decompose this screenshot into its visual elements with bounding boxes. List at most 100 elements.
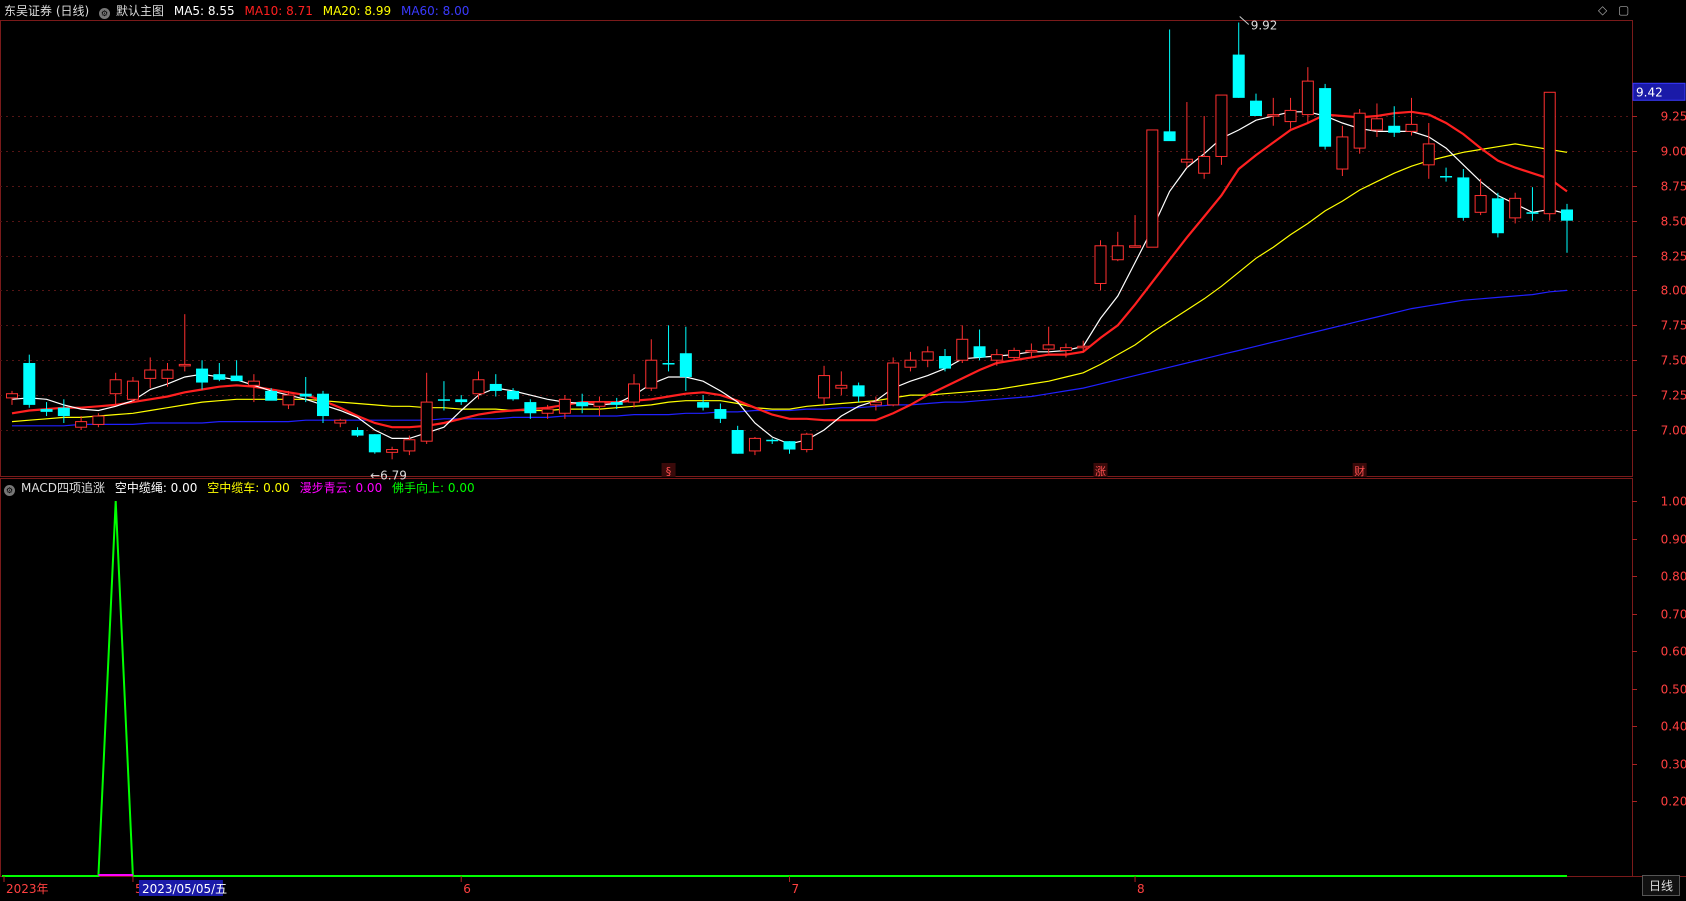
- candle: [75, 416, 88, 430]
- candle-body-down: [1440, 176, 1453, 178]
- candle-body-up: [75, 421, 88, 428]
- candle-body-down: [1232, 54, 1245, 98]
- candle-body-up: [144, 369, 157, 379]
- candle: [1111, 231, 1124, 262]
- candle-body-down: [317, 393, 329, 417]
- candle-body-down: [939, 356, 951, 369]
- main-y-tick-label: 7.50: [1661, 354, 1686, 368]
- ma10-line: [11, 110, 1568, 429]
- candle-body-up: [645, 359, 658, 389]
- main-y-tick-label: 8.25: [1661, 250, 1686, 264]
- candle: [524, 399, 537, 419]
- candle-body-up: [472, 379, 485, 395]
- candle: [1526, 187, 1539, 221]
- indicator-settings-icon[interactable]: ⚙: [4, 485, 15, 496]
- candle: [731, 425, 744, 454]
- candle-body-up: [1543, 91, 1556, 215]
- candle: [1077, 340, 1090, 352]
- candle: [645, 339, 658, 391]
- indicator-y-tick-label: 0.80: [1661, 570, 1686, 584]
- candle: [921, 346, 934, 368]
- candle-body-down: [40, 409, 53, 412]
- candle: [23, 354, 36, 408]
- candle: [1163, 29, 1176, 142]
- candle: [161, 363, 174, 387]
- candle-body-down: [1163, 131, 1176, 142]
- candle-body-up: [956, 338, 969, 361]
- template-name[interactable]: 默认主图: [116, 4, 164, 18]
- candle-body-up: [1008, 349, 1021, 358]
- period-tab-daily[interactable]: 日线: [1641, 875, 1680, 896]
- candle-body-down: [714, 409, 727, 419]
- candle-body-down: [437, 399, 450, 401]
- main-y-tick-label: 8.00: [1661, 284, 1686, 298]
- date-readout: 2023/05/05/五: [142, 882, 227, 896]
- chart-canvas[interactable]: 9.25 9.00 8.75 8.50 8.25 8.00 7.75 7.50 7.25 7.00…: [0, 0, 1686, 898]
- ma5-line: [11, 111, 1568, 445]
- indicator-y-tick-label: 0.50: [1661, 683, 1686, 697]
- candle-body-down: [662, 363, 675, 365]
- candle: [1388, 106, 1401, 137]
- candle-body-up: [1042, 344, 1055, 350]
- candle: [455, 395, 468, 405]
- ma5-legend: MA5: 8.55: [173, 4, 235, 18]
- candle-body-down: [489, 383, 502, 391]
- main-y-tick-label: 9.00: [1661, 145, 1686, 159]
- candle: [1284, 97, 1297, 129]
- candle: [1129, 215, 1142, 248]
- candle-body-up: [1405, 123, 1418, 132]
- candle: [1146, 129, 1159, 248]
- candle: [1440, 167, 1453, 182]
- candle: [109, 372, 122, 405]
- candle: [1301, 67, 1314, 123]
- candle-body-up: [334, 419, 347, 424]
- candle-body-down: [455, 399, 468, 403]
- candle-body-up: [1059, 347, 1072, 351]
- candle-body-up: [904, 359, 917, 368]
- candle: [1180, 102, 1193, 168]
- main-y-tick-label: 7.25: [1661, 389, 1686, 403]
- candle: [1232, 22, 1245, 98]
- indicator-name[interactable]: MACD四项追涨: [21, 481, 105, 495]
- candle-body-up: [921, 351, 934, 361]
- candle-body-down: [351, 430, 364, 436]
- diamond-icon[interactable]: ◇: [1598, 3, 1607, 17]
- candle: [420, 372, 433, 444]
- candle-body-up: [887, 362, 900, 406]
- candle: [1198, 116, 1211, 179]
- stock-name[interactable]: 东吴证券 (日线): [4, 4, 89, 18]
- x-axis-label: 8: [1137, 882, 1145, 896]
- candle: [57, 399, 70, 424]
- indicator-y-tick-label: 0.60: [1661, 645, 1686, 659]
- settings-gear-icon[interactable]: ⚙: [99, 8, 111, 19]
- indicator-item-4: 佛手向上: 0.00: [392, 481, 475, 495]
- candle: [783, 441, 796, 454]
- candle-body-down: [213, 374, 226, 380]
- candle: [956, 325, 969, 364]
- candle-body-up: [628, 383, 640, 403]
- candle-body-down: [368, 434, 381, 453]
- indicator-y-tick-label: 1.00: [1661, 495, 1686, 509]
- candle-body-up: [748, 437, 761, 452]
- candle: [1267, 97, 1280, 126]
- event-mark-38: §: [666, 465, 672, 478]
- candle: [1457, 169, 1470, 221]
- candle-body-up: [1111, 245, 1124, 261]
- event-mark-78: 财: [1354, 464, 1365, 478]
- candle: [178, 314, 191, 372]
- candle-body-up: [109, 379, 122, 395]
- square-icon[interactable]: ▢: [1618, 3, 1629, 17]
- candle: [6, 390, 18, 405]
- candle: [887, 357, 900, 407]
- indicator-y-tick-label: 0.90: [1661, 533, 1686, 547]
- candle-body-up: [818, 375, 831, 399]
- candle-body-up: [1370, 118, 1383, 131]
- candle-body-up: [593, 401, 606, 407]
- ma20-legend: MA20: 8.99: [322, 4, 392, 18]
- candle-body-up: [403, 439, 416, 452]
- high-price-label: 9.92: [1251, 18, 1278, 32]
- candle-body-down: [973, 346, 986, 358]
- candle-body-down: [852, 385, 865, 397]
- candle-body-up: [1215, 94, 1228, 157]
- main-y-tick-label: 7.75: [1661, 319, 1686, 333]
